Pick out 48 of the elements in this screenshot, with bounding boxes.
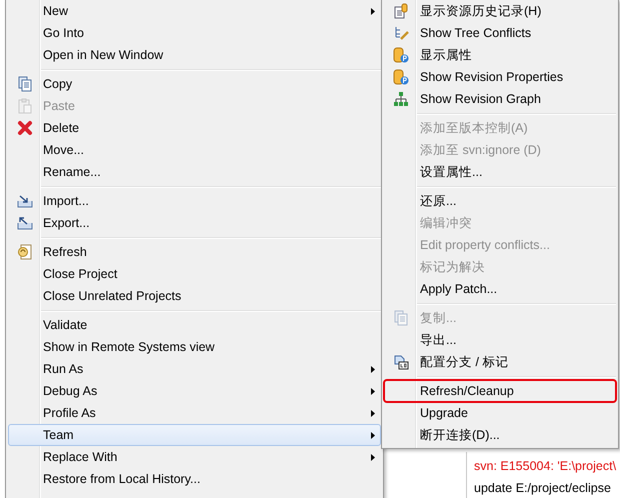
menu-item[interactable]: Show Revision Graph: [384, 88, 616, 110]
menu-item[interactable]: Run As: [8, 358, 381, 380]
menu-item[interactable]: 导出...: [384, 329, 616, 351]
console-line: svn: E155004: 'E:\project\: [474, 458, 618, 475]
import-icon: [16, 193, 32, 209]
menu-item[interactable]: Replace With: [8, 446, 381, 468]
menu-item[interactable]: Import...: [8, 190, 381, 212]
tree-pencil-icon: [393, 25, 409, 41]
menu-item[interactable]: Refresh/Cleanup: [384, 380, 616, 402]
graph-icon: [393, 91, 409, 107]
cylinder-p-icon: [393, 69, 409, 85]
copy-icon: [16, 76, 32, 92]
menu-item[interactable]: Show Revision Properties: [384, 66, 616, 88]
menu-item[interactable]: Show in Remote Systems view: [8, 336, 381, 358]
menu-item[interactable]: 显示属性: [384, 44, 616, 66]
menu-item[interactable]: Restore from Local History...: [8, 468, 381, 490]
menu-item[interactable]: Delete: [8, 117, 381, 139]
menu-item[interactable]: Export...: [8, 212, 381, 234]
menu-item[interactable]: 还原...: [384, 190, 616, 212]
menu-item[interactable]: 设置属性...: [384, 161, 616, 183]
menu-item[interactable]: 断开连接(D)...: [384, 424, 616, 446]
menu-item[interactable]: 显示资源历史记录(H): [384, 0, 616, 22]
menu-item[interactable]: Validate: [8, 314, 381, 336]
menu-item[interactable]: Team: [8, 424, 381, 446]
menu-item[interactable]: Apply Patch...: [384, 278, 616, 300]
history-icon: [393, 3, 409, 19]
menu-item[interactable]: 配置分支 / 标记: [384, 351, 616, 373]
menu-item[interactable]: Go Into: [8, 22, 381, 44]
export-icon: [16, 215, 32, 231]
menu-item[interactable]: Refresh: [8, 241, 381, 263]
menu-item[interactable]: Close Project: [8, 263, 381, 285]
menu-item[interactable]: Move...: [8, 139, 381, 161]
copy-icon: [393, 310, 409, 326]
menu-item[interactable]: New: [8, 0, 381, 22]
branch-tag-icon: [393, 354, 409, 370]
menu-item[interactable]: Copy: [8, 73, 381, 95]
menu-item[interactable]: Profile As: [8, 402, 381, 424]
menu-item[interactable]: Debug As: [8, 380, 381, 402]
menu-item[interactable]: Rename...: [8, 161, 381, 183]
menu-item[interactable]: Close Unrelated Projects: [8, 285, 381, 307]
cylinder-p-icon: [393, 47, 409, 63]
menu-item[interactable]: Show Tree Conflicts: [384, 22, 616, 44]
menu-item[interactable]: Open in New Window: [8, 44, 381, 66]
delete-icon: [16, 120, 32, 136]
console-line: update E:/project/eclipse: [474, 480, 612, 497]
menu-item[interactable]: Upgrade: [384, 402, 616, 424]
refresh-icon: [16, 244, 32, 260]
clipboard-icon: [16, 98, 32, 114]
